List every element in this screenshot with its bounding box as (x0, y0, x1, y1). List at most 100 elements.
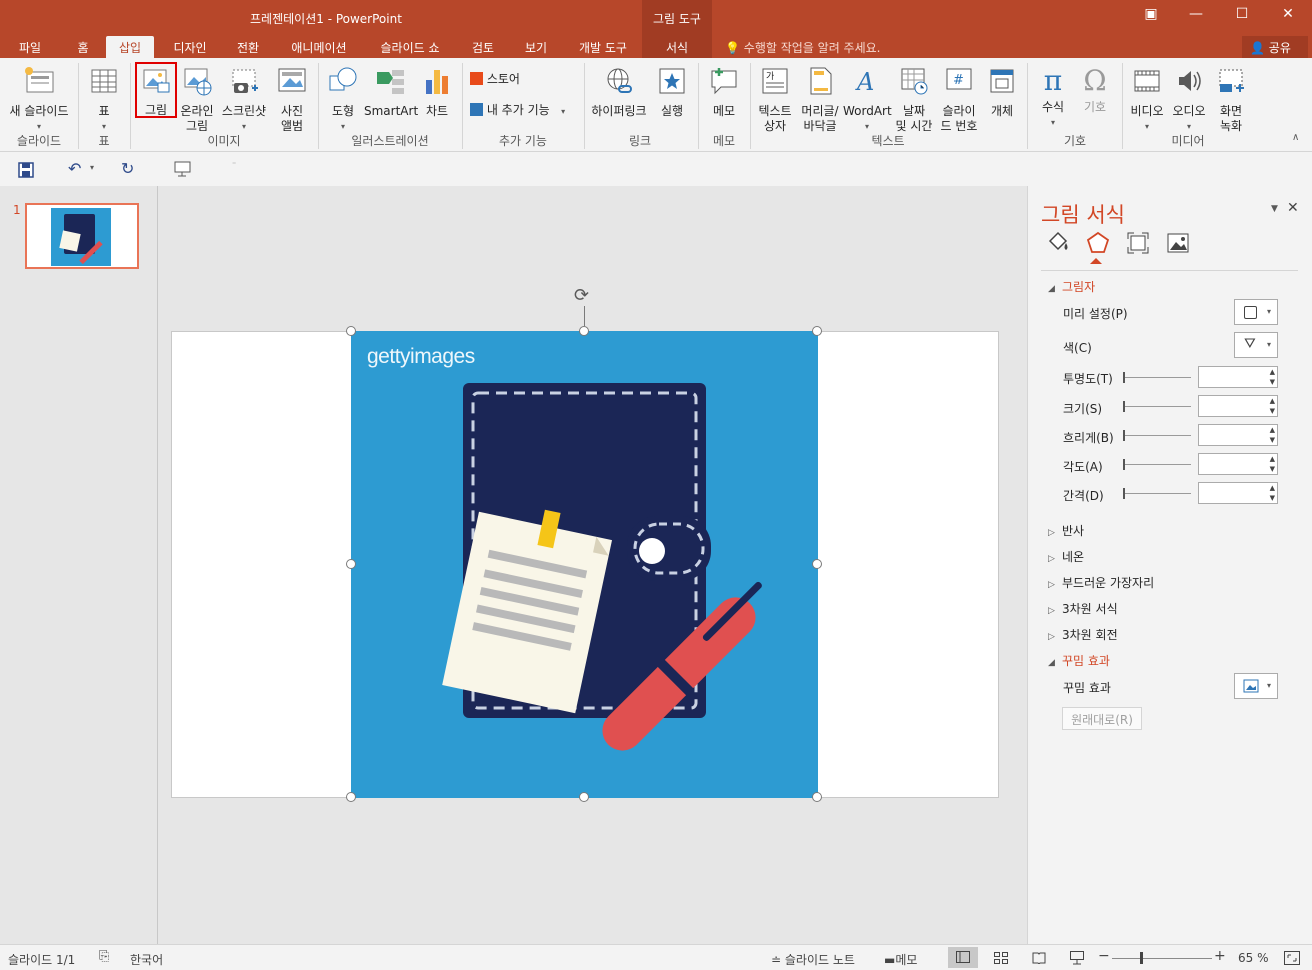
transparency-spinner[interactable]: ▲ ▼ (1198, 366, 1278, 388)
tell-me-box[interactable]: 💡 수행할 작업을 알려 주세요. (725, 39, 880, 56)
textbox-button[interactable]: 가 텍스트 상자 (754, 66, 796, 134)
3d-rotation-section-header[interactable]: ▷ 3차원 회전 (1048, 626, 1118, 643)
angle-spinner[interactable]: ▲ ▼ (1198, 453, 1278, 475)
chart-button[interactable]: 차트 (418, 66, 456, 119)
artistic-effects-picker[interactable]: ▾ (1234, 673, 1278, 699)
transparency-slider[interactable] (1123, 372, 1191, 383)
size-properties-icon[interactable] (1126, 231, 1150, 255)
undo-dropdown-icon[interactable]: ▾ (90, 163, 94, 172)
tab-slideshow[interactable]: 슬라이드 쇼 (368, 36, 452, 58)
resize-handle-n[interactable] (579, 326, 589, 336)
tab-design[interactable]: 디자인 (162, 36, 218, 58)
color-picker[interactable]: ⛛ ▾ (1234, 332, 1278, 358)
tab-animations[interactable]: 애니메이션 (280, 36, 358, 58)
zoom-slider-thumb[interactable] (1140, 952, 1143, 964)
resize-handle-s[interactable] (579, 792, 589, 802)
preset-picker[interactable]: ▾ (1234, 299, 1278, 325)
spinner-arrows-icon[interactable]: ▲ ▼ (1270, 425, 1275, 445)
shadow-section-header[interactable]: ◢ 그림자 (1048, 278, 1095, 295)
header-footer-button[interactable]: 머리글/ 바닥글 (797, 66, 843, 134)
collapse-ribbon-icon[interactable]: ∧ (1292, 132, 1299, 143)
picture-settings-icon[interactable] (1166, 231, 1190, 255)
hyperlink-button[interactable]: 하이퍼링크 (588, 66, 650, 119)
artistic-effects-section-header[interactable]: ◢ 꾸밈 효과 (1048, 652, 1110, 669)
tab-transitions[interactable]: 전환 (226, 36, 270, 58)
zoom-slider[interactable] (1112, 958, 1212, 959)
language-indicator[interactable]: 한국어 (130, 951, 163, 968)
spell-check-icon[interactable]: ⎘ (99, 949, 109, 964)
resize-handle-e[interactable] (812, 559, 822, 569)
screenshot-button[interactable]: 스크린샷 ▾ (218, 66, 270, 134)
effects-pentagon-icon[interactable] (1086, 231, 1110, 255)
blur-slider[interactable] (1123, 430, 1191, 441)
close-icon[interactable]: ✕ (1273, 6, 1303, 28)
selected-picture[interactable]: gettyimages (351, 331, 818, 798)
tab-insert[interactable]: 삽입 (106, 36, 154, 58)
slideshow-view-icon[interactable] (1070, 951, 1084, 965)
picture-button[interactable]: 그림 (135, 62, 177, 118)
redo-icon[interactable]: ↻ (121, 159, 134, 178)
maximize-icon[interactable]: ☐ (1227, 6, 1257, 28)
slide-sorter-view-icon[interactable] (994, 952, 1008, 964)
soft-edges-section-header[interactable]: ▷ 부드러운 가장자리 (1048, 574, 1154, 591)
object-button[interactable]: 개체 (983, 66, 1021, 119)
smartart-button[interactable]: SmartArt (364, 66, 418, 119)
slide-number-button[interactable]: # 슬라이 드 번호 (937, 66, 981, 134)
reset-button[interactable]: 원래대로(R) (1062, 707, 1142, 730)
resize-handle-se[interactable] (812, 792, 822, 802)
action-button[interactable]: 실행 (652, 66, 692, 119)
zoom-out-icon[interactable]: − (1098, 948, 1110, 964)
resize-handle-nw[interactable] (346, 326, 356, 336)
share-button[interactable]: 👤 공유 (1242, 36, 1308, 58)
comments-button[interactable]: ▬메모 (884, 951, 917, 968)
distance-slider[interactable] (1123, 488, 1191, 499)
tab-format[interactable]: 서식 (642, 36, 712, 58)
size-slider[interactable] (1123, 401, 1191, 412)
minimize-icon[interactable]: — (1181, 6, 1211, 28)
pane-close-icon[interactable]: ✕ (1287, 200, 1299, 216)
size-spinner[interactable]: ▲ ▼ (1198, 395, 1278, 417)
spinner-arrows-icon[interactable]: ▲ ▼ (1270, 396, 1275, 416)
table-button[interactable]: 표 ▾ (82, 66, 126, 134)
resize-handle-w[interactable] (346, 559, 356, 569)
glow-section-header[interactable]: ▷ 네온 (1048, 548, 1084, 565)
3d-format-section-header[interactable]: ▷ 3차원 서식 (1048, 600, 1118, 617)
resize-handle-ne[interactable] (812, 326, 822, 336)
online-pictures-button[interactable]: 온라인 그림 (178, 66, 216, 134)
save-icon[interactable] (18, 162, 34, 178)
tab-view[interactable]: 보기 (514, 36, 558, 58)
video-button[interactable]: 비디오 ▾ (1126, 66, 1168, 134)
spinner-arrows-icon[interactable]: ▲ ▼ (1270, 454, 1275, 474)
rotate-handle-icon[interactable]: ⟳ (574, 285, 589, 306)
tab-review[interactable]: 검토 (462, 36, 504, 58)
equation-button[interactable]: π 수식 ▾ (1033, 66, 1073, 130)
tab-developer[interactable]: 개발 도구 (568, 36, 638, 58)
screen-recording-button[interactable]: 화면 녹화 (1211, 66, 1251, 134)
distance-spinner[interactable]: ▲ ▼ (1198, 482, 1278, 504)
spinner-arrows-icon[interactable]: ▲ ▼ (1270, 483, 1275, 503)
audio-button[interactable]: 오디오 ▾ (1169, 66, 1209, 134)
fit-to-window-icon[interactable] (1284, 951, 1300, 965)
comment-button[interactable]: 메모 (702, 66, 746, 119)
zoom-in-icon[interactable]: + (1214, 948, 1226, 964)
wordart-button[interactable]: A WordArt ▾ (843, 66, 892, 134)
undo-icon[interactable]: ↶ (68, 159, 81, 178)
reading-view-icon[interactable] (1032, 952, 1046, 964)
start-slideshow-icon[interactable] (174, 161, 192, 177)
fill-line-icon[interactable] (1044, 231, 1070, 255)
new-slide-button[interactable]: 새 슬라이드 ▾ (4, 66, 74, 134)
tab-home[interactable]: 홈 (66, 36, 100, 58)
notes-button[interactable]: ≐ 슬라이드 노트 (771, 951, 855, 968)
ribbon-display-icon[interactable]: ▣ (1136, 6, 1166, 28)
store-button[interactable]: 스토어 (470, 72, 520, 87)
pane-options-icon[interactable]: ▼ (1271, 204, 1278, 214)
symbol-button[interactable]: Ω 기호 (1075, 66, 1115, 115)
shapes-button[interactable]: 도형 ▾ (324, 66, 362, 134)
tab-file[interactable]: 파일 (8, 36, 52, 58)
resize-handle-sw[interactable] (346, 792, 356, 802)
slide-thumbnail[interactable] (25, 203, 139, 269)
zoom-level[interactable]: 65 % (1238, 951, 1269, 965)
photo-album-button[interactable]: 사진 앨범 (272, 66, 312, 134)
angle-slider[interactable] (1123, 459, 1191, 470)
spinner-arrows-icon[interactable]: ▲ ▼ (1270, 367, 1275, 387)
